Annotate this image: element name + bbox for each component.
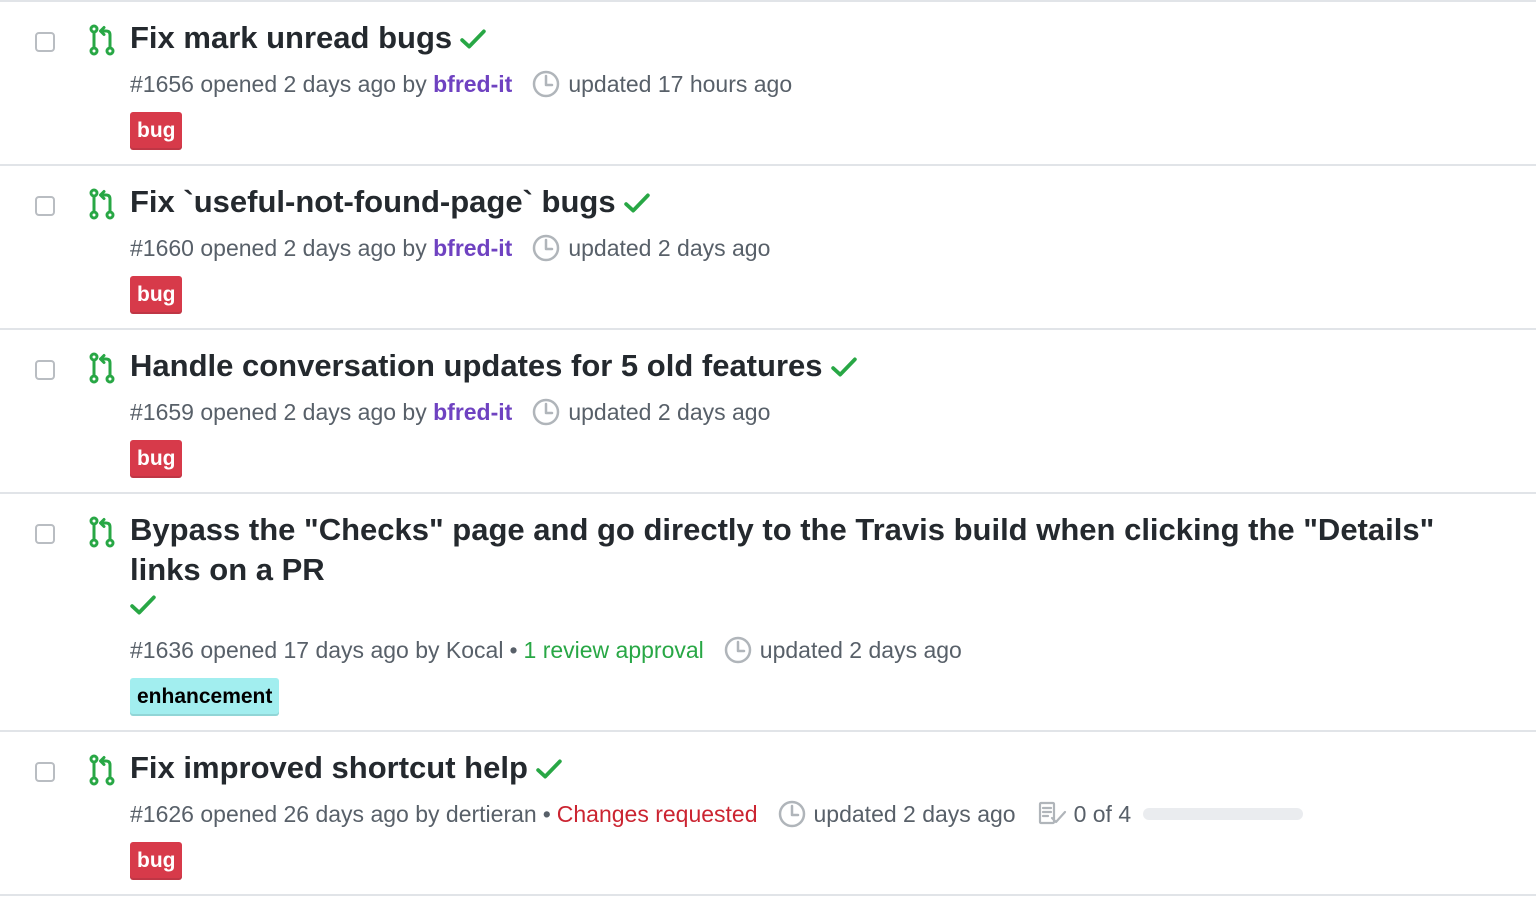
list-item: Fix mark unread bugs #1656 opened 2 days… — [0, 2, 1536, 166]
clock-icon — [532, 70, 560, 98]
label-bug[interactable]: bug — [130, 440, 183, 478]
pr-title-link[interactable]: Fix mark unread bugs — [130, 20, 452, 55]
list-item: Bypass the "Checks" page and go directly… — [0, 494, 1536, 732]
list-item: Handle conversation updates for 5 old fe… — [0, 330, 1536, 494]
git-pull-request-icon — [88, 188, 116, 220]
check-icon[interactable] — [460, 28, 486, 50]
check-icon[interactable] — [831, 356, 857, 378]
pr-number: #1660 — [130, 235, 194, 261]
check-icon[interactable] — [130, 594, 156, 616]
pr-title-link[interactable]: Handle conversation updates for 5 old fe… — [130, 348, 823, 383]
updated-text[interactable]: updated 2 days ago — [760, 637, 962, 663]
author-link[interactable]: bfred-it — [433, 399, 512, 425]
git-pull-request-icon — [88, 24, 116, 56]
clock-icon — [724, 636, 752, 664]
author-link[interactable]: bfred-it — [433, 235, 512, 261]
author-link[interactable]: dertieran — [446, 801, 537, 827]
opened-text: opened 26 days ago by — [200, 801, 440, 827]
updated-text[interactable]: updated 2 days ago — [568, 399, 770, 425]
review-status-link[interactable]: Changes requested — [557, 801, 758, 827]
pr-title-link[interactable]: Fix improved shortcut help — [130, 750, 528, 785]
select-checkbox[interactable] — [35, 360, 55, 380]
pr-number: #1636 — [130, 637, 194, 663]
list-item: Fix `useful-not-found-page` bugs #1660 o… — [0, 166, 1536, 330]
clock-icon — [532, 234, 560, 262]
label-enhancement[interactable]: enhancement — [130, 678, 280, 716]
pull-request-list: Fix mark unread bugs #1656 opened 2 days… — [0, 0, 1536, 896]
updated-text[interactable]: updated 17 hours ago — [568, 71, 792, 97]
pr-number: #1626 — [130, 801, 194, 827]
git-pull-request-icon — [88, 754, 116, 786]
label-bug[interactable]: bug — [130, 112, 183, 150]
clock-icon — [778, 800, 806, 828]
updated-text[interactable]: updated 2 days ago — [814, 801, 1016, 827]
separator-dot: • — [509, 637, 518, 663]
label-bug[interactable]: bug — [130, 276, 183, 314]
opened-text: opened 2 days ago by — [200, 399, 427, 425]
review-status-link[interactable]: 1 review approval — [524, 637, 704, 663]
tasks-count[interactable]: 0 of 4 — [1074, 801, 1132, 827]
pr-number: #1659 — [130, 399, 194, 425]
checklist-icon — [1038, 801, 1068, 827]
list-item: Fix improved shortcut help #1626 opened … — [0, 732, 1536, 896]
select-checkbox[interactable] — [35, 32, 55, 52]
opened-text: opened 2 days ago by — [200, 235, 427, 261]
label-bug[interactable]: bug — [130, 842, 183, 880]
opened-text: opened 2 days ago by — [200, 71, 427, 97]
pr-title-link-continued[interactable]: links on a PR — [130, 550, 1516, 590]
pr-number: #1656 — [130, 71, 194, 97]
tasks-progress-bar — [1143, 807, 1304, 820]
updated-text[interactable]: updated 2 days ago — [568, 235, 770, 261]
clock-icon — [532, 398, 560, 426]
opened-text: opened 17 days ago by — [200, 637, 440, 663]
pr-title-link[interactable]: Bypass the "Checks" page and go directly… — [130, 510, 1516, 550]
separator-dot: • — [542, 801, 551, 827]
select-checkbox[interactable] — [35, 196, 55, 216]
select-checkbox[interactable] — [35, 762, 55, 782]
author-link[interactable]: bfred-it — [433, 71, 512, 97]
select-checkbox[interactable] — [35, 524, 55, 544]
check-icon[interactable] — [536, 758, 562, 780]
git-pull-request-icon — [88, 516, 116, 548]
pr-title-link[interactable]: Fix `useful-not-found-page` bugs — [130, 184, 616, 219]
git-pull-request-icon — [88, 352, 116, 384]
check-icon[interactable] — [624, 192, 650, 214]
author-link[interactable]: Kocal — [446, 637, 504, 663]
